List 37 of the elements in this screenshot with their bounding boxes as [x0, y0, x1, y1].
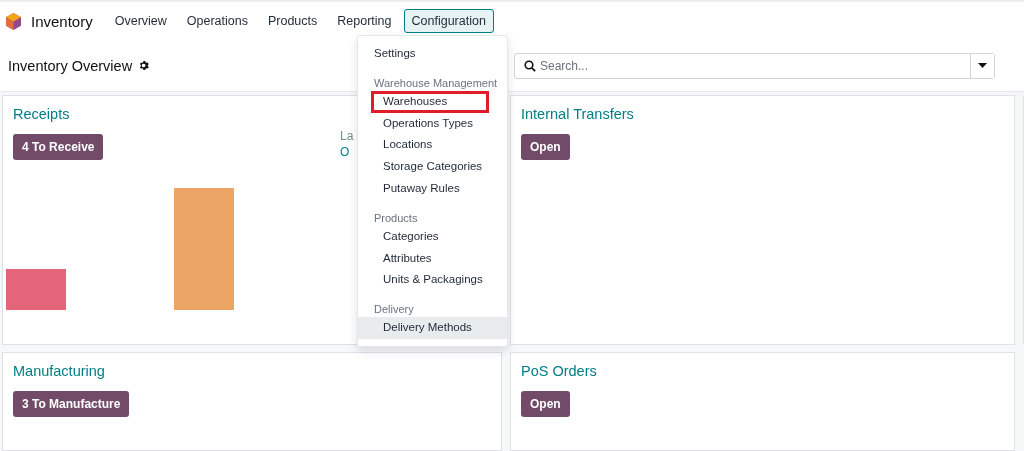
- menu-item[interactable]: Attributes: [358, 247, 507, 270]
- menu-tab[interactable]: Products: [259, 9, 326, 33]
- menu-item[interactable]: Delivery Methods: [358, 317, 507, 339]
- action-button[interactable]: 3 To Manufacture: [13, 391, 130, 417]
- menu-item[interactable]: Operations Types: [358, 112, 507, 135]
- hexagon-logo-icon[interactable]: [6, 12, 21, 30]
- menu-tab[interactable]: Reporting: [329, 9, 400, 33]
- dropdown-toggle-button[interactable]: [970, 53, 994, 78]
- menu-item[interactable]: Settings: [358, 41, 507, 65]
- card-title[interactable]: PoS Orders: [521, 363, 597, 379]
- menu-item[interactable]: Putaway Rules: [358, 178, 507, 200]
- card-title[interactable]: Manufacturing: [13, 363, 105, 379]
- page-title: Inventory Overview: [8, 57, 133, 74]
- action-button[interactable]: Open: [521, 134, 570, 160]
- card-title[interactable]: Receipts: [13, 106, 70, 122]
- menu-section-heading: Products: [373, 210, 419, 226]
- search-bar[interactable]: Search...: [514, 52, 995, 79]
- action-button[interactable]: 4 To Receive: [13, 134, 104, 160]
- settings-icon[interactable]: [138, 60, 150, 71]
- menu-item[interactable]: Units & Packagings: [358, 269, 507, 292]
- menu-item[interactable]: Storage Categories: [358, 156, 507, 178]
- caret-icon: [978, 63, 987, 68]
- menu-section-heading: Warehouse Management: [373, 75, 499, 91]
- menu-item[interactable]: Warehouses: [371, 90, 489, 113]
- app-name[interactable]: Inventory: [31, 12, 93, 30]
- menu-item[interactable]: Locations: [358, 134, 507, 157]
- menu-tab[interactable]: Configuration: [403, 9, 494, 33]
- menu-item[interactable]: Categories: [358, 225, 507, 248]
- menu-tab[interactable]: Overview: [106, 9, 175, 33]
- search-icon: [524, 59, 536, 72]
- search-input[interactable]: Search...: [536, 58, 970, 73]
- menu-tab[interactable]: Operations: [178, 9, 256, 33]
- menu-section-heading: Delivery: [373, 302, 415, 318]
- card-link[interactable]: O: [340, 144, 350, 160]
- action-button[interactable]: Open: [521, 391, 570, 417]
- card-title[interactable]: Internal Transfers: [521, 106, 634, 122]
- card-link[interactable]: La: [340, 128, 354, 144]
